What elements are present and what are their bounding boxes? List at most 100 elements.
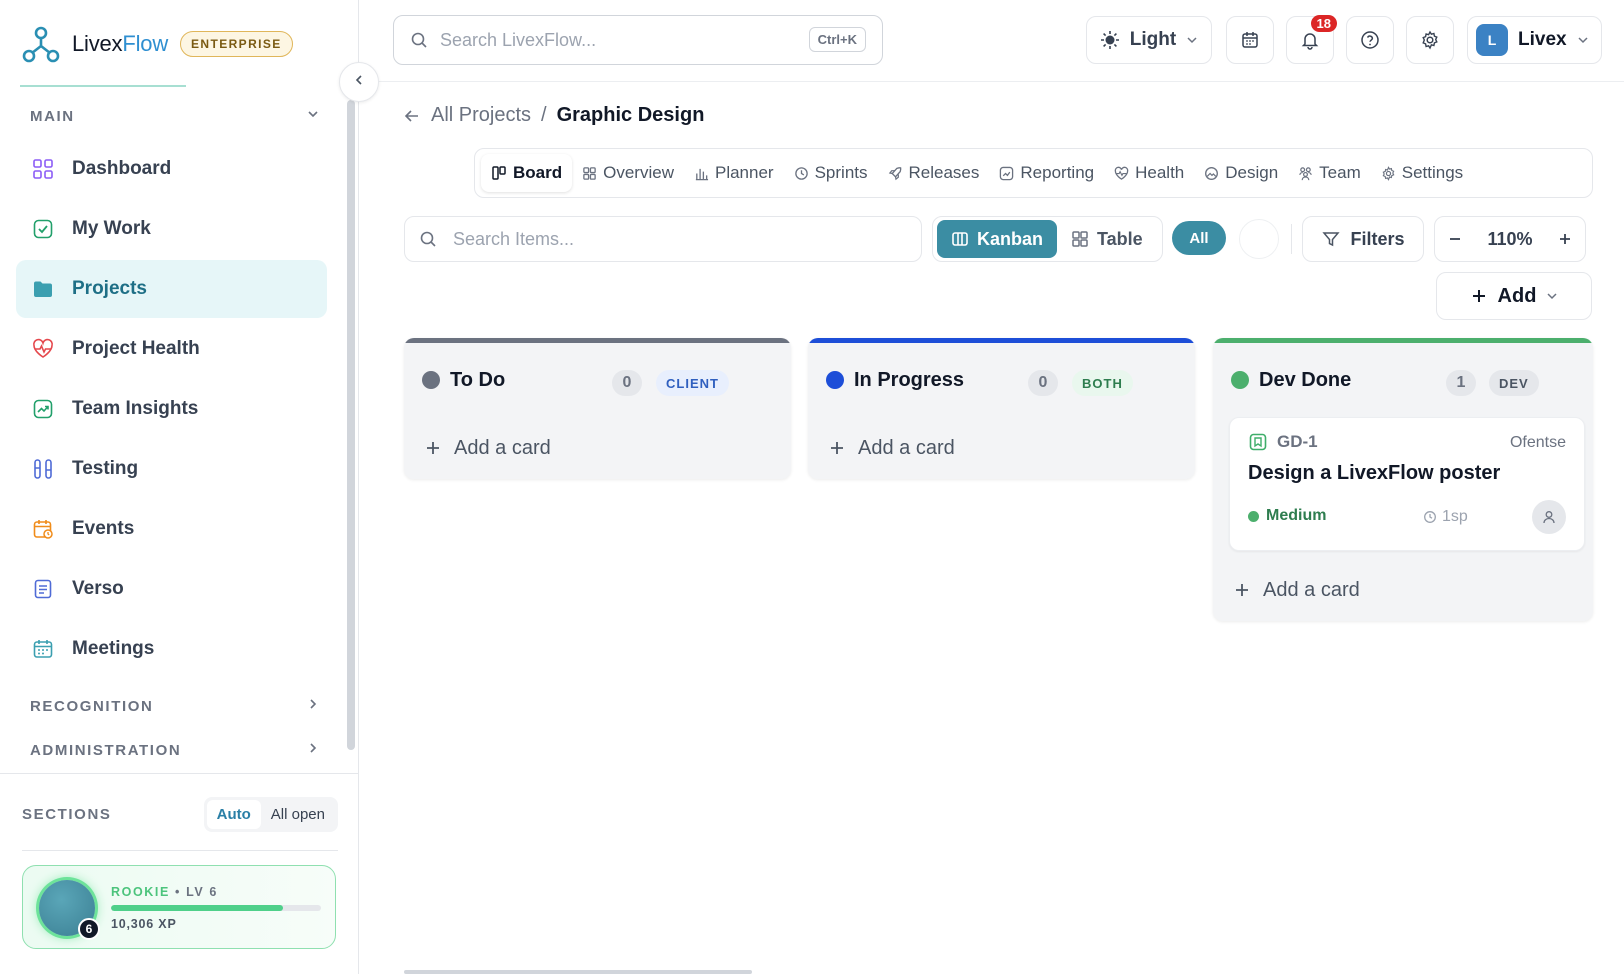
image-icon <box>1204 166 1219 181</box>
column-header[interactable]: Dev Done 1 DEV <box>1213 343 1593 417</box>
sections-all-open-button[interactable]: All open <box>261 800 335 829</box>
tab-design[interactable]: Design <box>1194 154 1288 192</box>
add-card-button[interactable]: Add a card <box>808 417 1195 479</box>
sidebar-item-verso[interactable]: Verso <box>16 560 327 618</box>
tab-sprints[interactable]: Sprints <box>784 154 878 192</box>
table-view-button[interactable]: Table <box>1057 220 1157 258</box>
section-administration-label: ADMINISTRATION <box>30 741 182 759</box>
brand[interactable]: LivexFlow ENTERPRISE <box>20 22 293 66</box>
calendar-icon <box>1240 30 1260 50</box>
add-card-button[interactable]: Add a card <box>404 417 791 479</box>
calendar-button[interactable] <box>1226 16 1274 64</box>
tab-label: Sprints <box>814 163 868 182</box>
team-icon <box>1298 166 1313 181</box>
sidebar-item-team-insights[interactable]: Team Insights <box>16 380 327 438</box>
tab-label: Board <box>513 163 563 182</box>
quick-filter-circle[interactable] <box>1239 219 1279 259</box>
tab-label: Overview <box>603 163 674 182</box>
card-priority: Medium <box>1248 507 1326 525</box>
column-count-badge: 0 <box>1028 370 1058 396</box>
column-header[interactable]: To Do 0 CLIENT <box>404 343 791 417</box>
dashboard-grid-icon <box>30 156 56 182</box>
tab-settings[interactable]: Settings <box>1371 154 1473 192</box>
user-menu-button[interactable]: L Livex <box>1467 16 1602 64</box>
tab-health[interactable]: Health <box>1104 154 1194 192</box>
sidebar-item-dashboard[interactable]: Dashboard <box>16 140 327 198</box>
theme-toggle-button[interactable]: Light <box>1086 16 1212 64</box>
column-status-dot <box>1231 371 1249 389</box>
filters-label: Filters <box>1350 228 1405 249</box>
breadcrumb-all-projects-link[interactable]: All Projects <box>431 104 531 127</box>
tab-reporting[interactable]: Reporting <box>989 154 1104 192</box>
priority-dot <box>1248 510 1259 522</box>
kanban-column-dev-done: Dev Done 1 DEV GD-1 Ofentse Design a LivexFlo… <box>1213 338 1593 621</box>
plus-icon <box>828 439 846 457</box>
zoom-out-button[interactable] <box>1447 231 1463 247</box>
sidebar-item-my-work[interactable]: My Work <box>16 200 327 258</box>
plus-icon <box>424 439 442 457</box>
global-search-input[interactable]: Search LivexFlow... Ctrl+K <box>393 15 883 65</box>
sections-auto-button[interactable]: Auto <box>206 800 261 829</box>
heart-icon <box>1114 166 1129 181</box>
filters-button[interactable]: Filters <box>1302 216 1424 262</box>
sections-label: SECTIONS <box>22 806 112 823</box>
sidebar-item-projects[interactable]: Projects <box>16 260 327 318</box>
trend-chart-icon <box>30 396 56 422</box>
collapse-sidebar-button[interactable] <box>339 62 379 102</box>
item-search-placeholder: Search Items... <box>453 228 575 249</box>
task-card[interactable]: GD-1 Ofentse Design a LivexFlow poster Medi… <box>1229 417 1585 551</box>
add-card-button[interactable]: Add a card <box>1213 559 1593 621</box>
chevron-right-icon <box>306 697 320 715</box>
tab-label: Planner <box>714 163 774 182</box>
tab-label: Settings <box>1401 163 1464 182</box>
column-status-dot <box>826 371 844 389</box>
tab-label: Design <box>1225 163 1279 182</box>
card-title: Design a LivexFlow poster <box>1248 462 1501 484</box>
add-button[interactable]: Add <box>1436 272 1592 320</box>
sidebar-divider <box>0 773 359 774</box>
add-card-label: Add a card <box>454 436 551 459</box>
section-administration-header[interactable]: ADMINISTRATION <box>30 741 320 759</box>
help-button[interactable] <box>1346 16 1394 64</box>
item-search-input[interactable]: Search Items... <box>404 216 922 262</box>
board-horizontal-scrollbar[interactable] <box>404 970 752 974</box>
assignee-avatar[interactable] <box>1532 500 1566 534</box>
tab-planner[interactable]: Planner <box>684 154 784 192</box>
grid-icon <box>1071 230 1089 248</box>
back-arrow-icon[interactable] <box>403 107 421 125</box>
notifications-button[interactable]: 18 <box>1286 15 1337 64</box>
line-chart-icon <box>999 166 1014 181</box>
sidebar-item-project-health[interactable]: Project Health <box>16 320 327 378</box>
xp-progress-bar <box>111 905 321 911</box>
kanban-column-to-do: To Do 0 CLIENT Add a card <box>404 338 791 479</box>
sections-control: SECTIONS Auto All open <box>22 797 338 832</box>
chevron-down-icon <box>1577 34 1589 46</box>
filter-all-pill[interactable]: All <box>1172 221 1226 255</box>
xp-card[interactable]: 6 ROOKIE • LV 6 10,306 XP <box>22 865 336 949</box>
bell-icon <box>1300 30 1320 50</box>
heart-pulse-icon <box>30 336 56 362</box>
settings-button[interactable] <box>1406 16 1454 64</box>
sidebar-scrollbar[interactable] <box>347 100 355 750</box>
top-bar: Search LivexFlow... Ctrl+K Light 18 L Li… <box>360 0 1624 82</box>
sidebar-item-meetings[interactable]: Meetings <box>16 620 327 678</box>
table-label: Table <box>1097 228 1143 249</box>
avatar: L <box>1476 24 1508 56</box>
zoom-in-button[interactable] <box>1557 231 1573 247</box>
chevron-down-icon <box>1546 290 1558 302</box>
brand-divider <box>20 85 186 87</box>
tab-overview[interactable]: Overview <box>572 154 684 192</box>
tab-board[interactable]: Board <box>481 154 573 192</box>
kanban-view-button[interactable]: Kanban <box>937 220 1058 258</box>
test-tubes-icon <box>30 456 56 482</box>
sidebar-item-testing[interactable]: Testing <box>16 440 327 498</box>
tab-releases[interactable]: Releases <box>878 154 990 192</box>
zoom-control: 110% <box>1434 216 1586 262</box>
column-header[interactable]: In Progress 0 BOTH <box>808 343 1195 417</box>
section-recognition-header[interactable]: RECOGNITION <box>30 697 320 715</box>
section-main-header[interactable]: MAIN <box>30 107 320 125</box>
global-search-placeholder: Search LivexFlow... <box>440 29 597 50</box>
tab-team[interactable]: Team <box>1288 154 1371 192</box>
sidebar-item-events[interactable]: Events <box>16 500 327 558</box>
chevron-right-icon <box>306 741 320 759</box>
